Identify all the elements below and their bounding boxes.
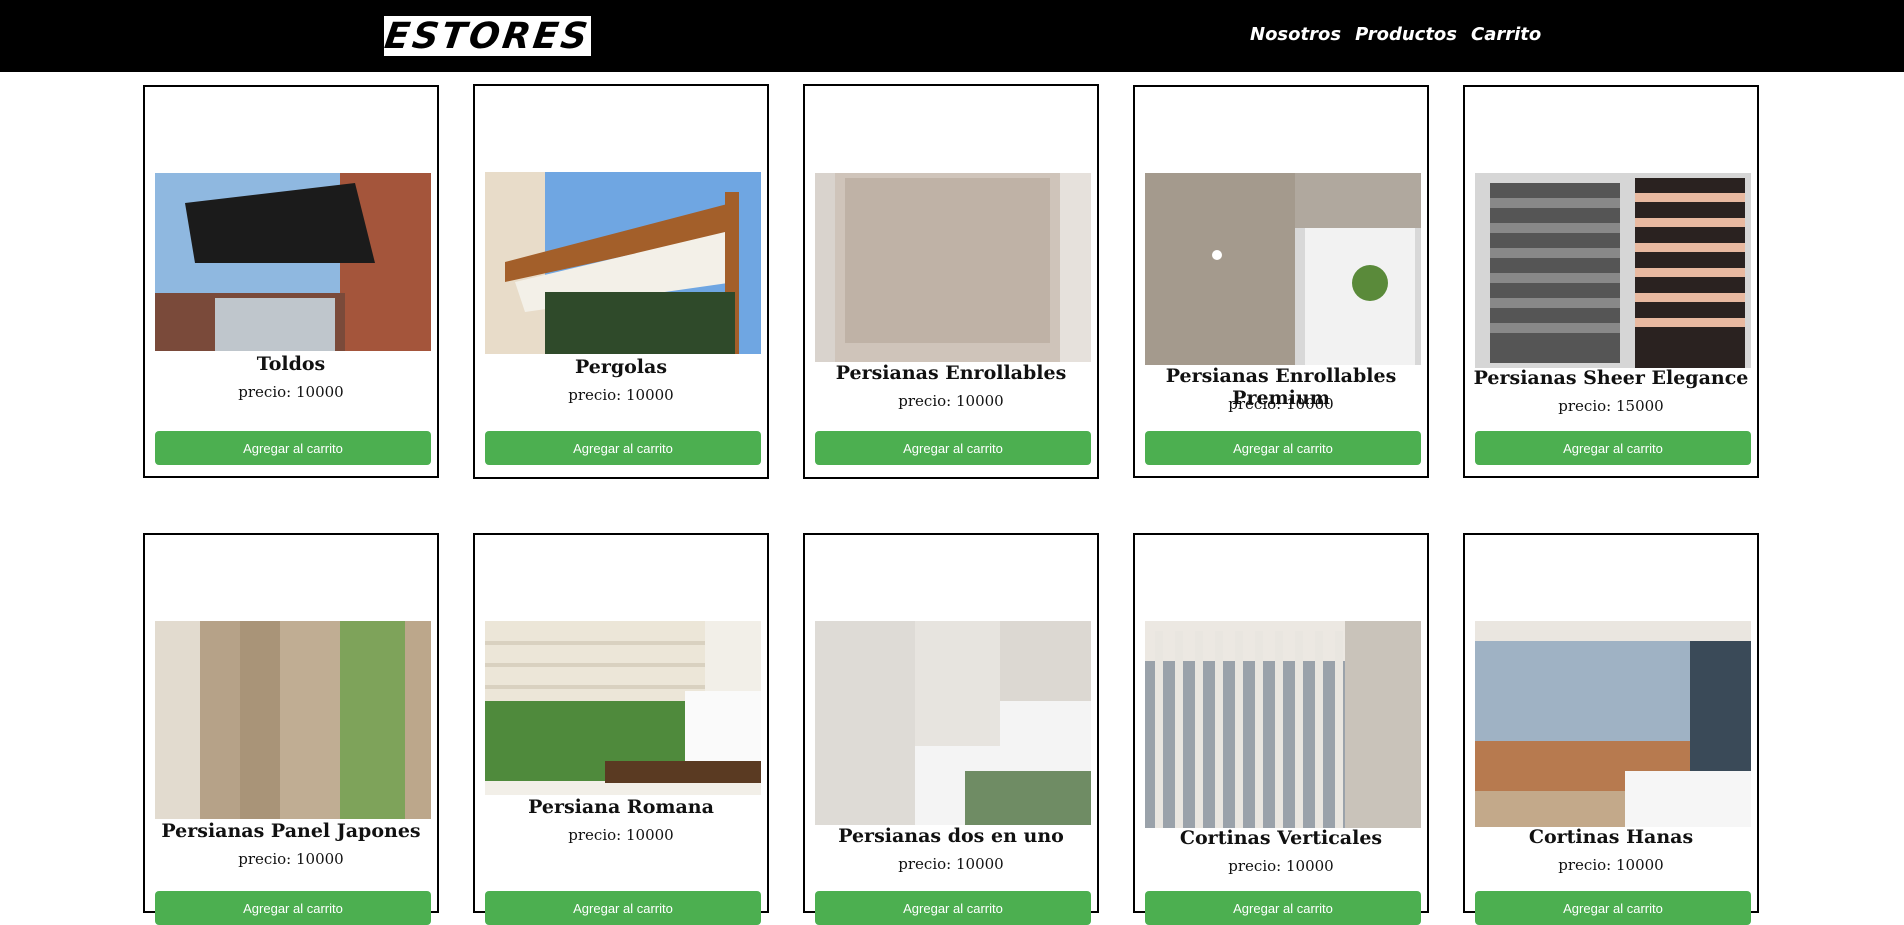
product-card: Persianas Sheer Elegance precio: 15000 A… xyxy=(1463,85,1759,478)
nav-link-productos[interactable]: Productos xyxy=(1355,24,1457,45)
product-title: Cortinas Verticales xyxy=(1179,827,1383,849)
top-navbar: ESTORES Nosotros Productos Carrito xyxy=(0,0,1904,72)
product-card: Toldos precio: 10000 Agregar al carrito xyxy=(143,85,439,478)
product-card: Persianas Panel Japones precio: 10000 Ag… xyxy=(143,533,439,925)
product-card: Persianas Enrollables Premium precio: 10… xyxy=(1133,85,1429,478)
product-card: Persiana Romana precio: 10000 Agregar al… xyxy=(473,533,769,925)
product-card: Persianas Enrollables precio: 10000 Agre… xyxy=(803,84,1099,479)
product-image-persianas-sheer-elegance xyxy=(1475,173,1751,368)
product-image-persiana-romana xyxy=(485,621,761,795)
add-to-cart-button[interactable]: Agregar al carrito xyxy=(1475,431,1751,465)
product-card: Pergolas precio: 10000 Agregar al carrit… xyxy=(473,84,769,479)
product-title: Persianas dos en uno xyxy=(838,825,1064,847)
product-price: precio: 15000 xyxy=(1558,397,1664,415)
nav-link-carrito[interactable]: Carrito xyxy=(1471,24,1541,45)
product-title: Persianas Sheer Elegance xyxy=(1473,367,1749,389)
product-price: precio: 10000 xyxy=(238,383,344,401)
product-price: precio: 10000 xyxy=(1228,395,1334,413)
product-price: precio: 10000 xyxy=(568,386,674,404)
product-title: Persianas Panel Japones xyxy=(161,820,421,842)
add-to-cart-button[interactable]: Agregar al carrito xyxy=(815,431,1091,465)
product-image-pergolas xyxy=(485,172,761,354)
product-image-toldos xyxy=(155,173,431,351)
add-to-cart-button[interactable]: Agregar al carrito xyxy=(155,431,431,465)
add-to-cart-button[interactable]: Agregar al carrito xyxy=(155,891,431,925)
add-to-cart-button[interactable]: Agregar al carrito xyxy=(485,891,761,925)
add-to-cart-button[interactable]: Agregar al carrito xyxy=(1145,891,1421,925)
product-price: precio: 10000 xyxy=(1558,856,1664,874)
product-title: Toldos xyxy=(256,353,326,375)
main-nav: Nosotros Productos Carrito xyxy=(1250,24,1541,45)
product-price: precio: 10000 xyxy=(898,392,1004,410)
product-title: Persianas Enrollables xyxy=(835,362,1067,384)
product-card: Cortinas Verticales precio: 10000 Agrega… xyxy=(1133,533,1429,925)
product-image-panel-japones xyxy=(155,621,431,819)
product-image-dos-en-uno xyxy=(815,621,1091,825)
logo[interactable]: ESTORES xyxy=(382,15,593,57)
nav-link-nosotros[interactable]: Nosotros xyxy=(1250,24,1341,45)
product-price: precio: 10000 xyxy=(1228,857,1334,875)
product-price: precio: 10000 xyxy=(238,850,344,868)
product-card: Persianas dos en uno precio: 10000 Agreg… xyxy=(803,533,1099,925)
product-image-cortinas-verticales xyxy=(1145,621,1421,828)
add-to-cart-button[interactable]: Agregar al carrito xyxy=(1145,431,1421,465)
product-image-persianas-enrollables xyxy=(815,173,1091,362)
product-title: Cortinas Hanas xyxy=(1528,826,1694,848)
product-title: Persiana Romana xyxy=(528,796,714,818)
product-price: precio: 10000 xyxy=(568,826,674,844)
add-to-cart-button[interactable]: Agregar al carrito xyxy=(815,891,1091,925)
product-card: Cortinas Hanas precio: 10000 Agregar al … xyxy=(1463,533,1759,925)
logo-text: ESTORES xyxy=(382,15,593,57)
add-to-cart-button[interactable]: Agregar al carrito xyxy=(485,431,761,465)
product-title: Pergolas xyxy=(574,356,668,378)
product-image-cortinas-hanas xyxy=(1475,621,1751,827)
add-to-cart-button[interactable]: Agregar al carrito xyxy=(1475,891,1751,925)
product-image-persianas-enrollables-premium xyxy=(1145,173,1421,365)
product-price: precio: 10000 xyxy=(898,855,1004,873)
